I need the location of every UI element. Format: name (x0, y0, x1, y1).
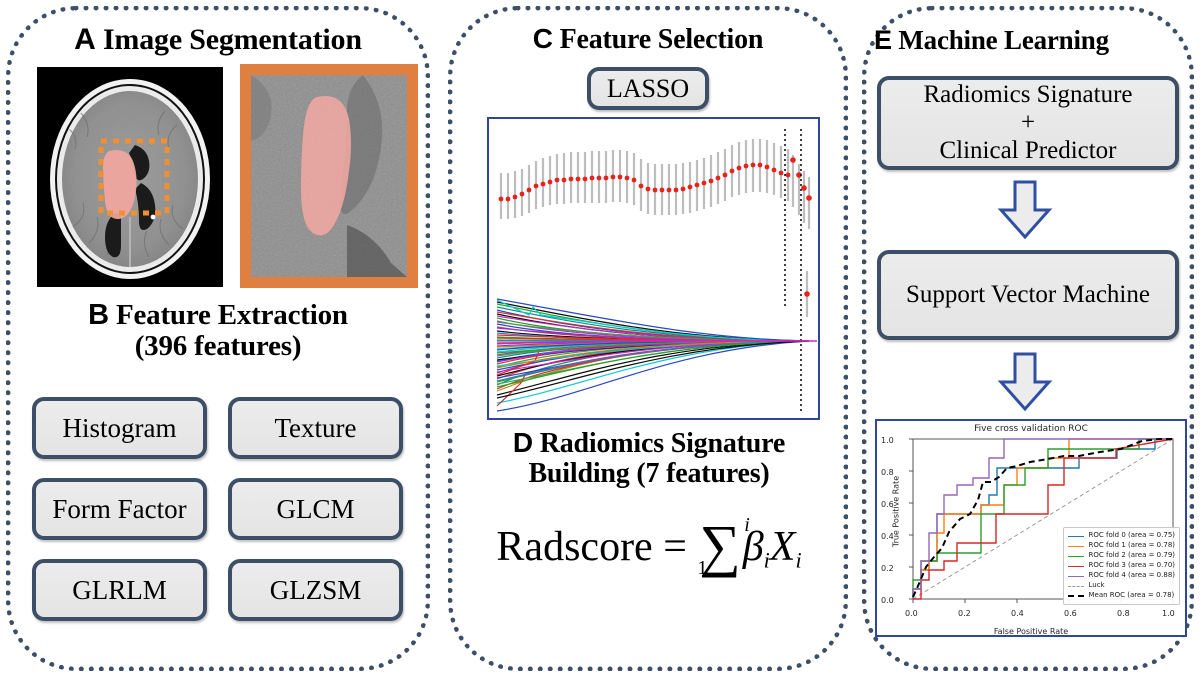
legend-item: ROC fold 0 (area = 0.75) (1067, 531, 1176, 541)
radscore-formula: Radscore = ∑ i 1 βiXi (458, 514, 840, 579)
feature-label: Texture (274, 412, 357, 443)
feature-label: GLRLM (72, 574, 167, 605)
panel-a-heading: A Image Segmentation (20, 23, 416, 56)
legend-label: Luck (1088, 581, 1105, 590)
sum-lower-limit: 1 (697, 557, 708, 579)
feature-label: Form Factor (52, 493, 187, 524)
legend-swatch (1067, 545, 1084, 547)
legend-item: Luck (1067, 581, 1176, 591)
feature-label: GLZSM (269, 574, 362, 605)
radscore-lhs: Radscore (496, 523, 653, 570)
panel-b-title-line2: (396 features) (134, 330, 302, 363)
lasso-plot (487, 117, 820, 420)
legend-swatch (1067, 555, 1084, 557)
svm-label: Support Vector Machine (906, 281, 1150, 308)
down-arrow-svg (997, 352, 1053, 412)
magnified-ct-image (240, 64, 418, 288)
legend-item: ROC fold 4 (area = 0.88) (1067, 571, 1176, 581)
legend-label: Mean ROC (area = 0.78) (1088, 591, 1175, 600)
legend-label: ROC fold 2 (area = 0.79) (1088, 551, 1176, 560)
legend-swatch (1067, 535, 1084, 537)
legend-item: Mean ROC (area = 0.78) (1067, 591, 1176, 601)
feature-label: Histogram (62, 412, 177, 443)
panel-d-tag: D (512, 427, 533, 458)
legend-swatch (1067, 595, 1084, 598)
panel-d-heading: D Radiomics Signature Building (7 featur… (458, 427, 840, 490)
panel-c-title: Feature Selection (559, 24, 764, 55)
input-line-2: + (1020, 109, 1036, 136)
panel-a-title: Image Segmentation (102, 23, 362, 56)
feature-label: GLCM (276, 493, 355, 524)
lasso-plot-svg (489, 119, 818, 418)
panel-c-tag: C (532, 23, 553, 54)
roc-plot: Five cross validation ROC True Positive … (875, 419, 1187, 637)
lasso-method-chip[interactable]: LASSO (587, 67, 709, 110)
axial-ct-svg (37, 67, 223, 287)
panel-b-heading: B Feature Extraction (396 features) (20, 299, 416, 363)
legend-item: ROC fold 1 (area = 0.78) (1067, 541, 1176, 551)
summation-symbol: ∑ i 1 (697, 514, 749, 579)
x-symbol: X (769, 523, 796, 570)
panel-b-tag: B (88, 299, 109, 331)
legend-swatch (1067, 585, 1084, 587)
model-input-chip[interactable]: Radiomics Signature + Clinical Predictor (877, 76, 1179, 170)
legend-label: ROC fold 4 (area = 0.88) (1088, 571, 1176, 580)
down-arrow-svg (997, 180, 1053, 240)
legend-label: ROC fold 0 (area = 0.75) (1088, 531, 1176, 540)
legend-item: ROC fold 2 (area = 0.79) (1067, 551, 1176, 561)
feature-chip-glcm[interactable]: GLCM (228, 478, 403, 540)
legend-swatch (1067, 575, 1084, 577)
x-index: i (795, 547, 802, 573)
panel-e-tag: E (874, 25, 892, 55)
legend-label: ROC fold 3 (area = 0.70) (1088, 561, 1176, 570)
input-line-3: Clinical Predictor (939, 137, 1117, 164)
feature-chip-glzsm[interactable]: GLZSM (228, 559, 403, 621)
panel-e-heading: E Machine Learning (868, 25, 1188, 55)
lasso-label: LASSO (606, 73, 690, 103)
feature-chip-glrlm[interactable]: GLRLM (32, 559, 207, 621)
panel-a-tag: A (74, 23, 96, 56)
magnified-ct-svg (251, 75, 407, 277)
panel-c-heading: C Feature Selection (460, 23, 836, 55)
feature-chip-form-factor[interactable]: Form Factor (32, 478, 207, 540)
feature-chip-histogram[interactable]: Histogram (32, 397, 207, 459)
axial-ct-image (37, 67, 223, 287)
legend-label: ROC fold 1 (area = 0.78) (1088, 541, 1176, 550)
radiomics-workflow-figure: A Image Segmentation B Feature Extractio… (0, 0, 1200, 677)
down-arrow-icon-2 (997, 352, 1053, 412)
model-algorithm-chip[interactable]: Support Vector Machine (877, 250, 1179, 340)
legend-swatch (1067, 565, 1084, 567)
panel-d-title-line2: Building (7 features) (528, 458, 770, 490)
panel-b-title-line1: Feature Extraction (115, 299, 348, 331)
radscore-equals: = (663, 523, 687, 570)
roc-legend: ROC fold 0 (area = 0.75) ROC fold 1 (are… (1062, 527, 1180, 605)
legend-item: ROC fold 3 (area = 0.70) (1067, 561, 1176, 571)
sum-upper-limit: i (744, 514, 750, 536)
panel-e-title: Machine Learning (898, 25, 1109, 55)
down-arrow-icon-1 (997, 180, 1053, 240)
panel-d-title-line1: Radiomics Signature (539, 428, 786, 459)
input-line-1: Radiomics Signature (923, 81, 1133, 108)
feature-chip-texture[interactable]: Texture (228, 397, 403, 459)
